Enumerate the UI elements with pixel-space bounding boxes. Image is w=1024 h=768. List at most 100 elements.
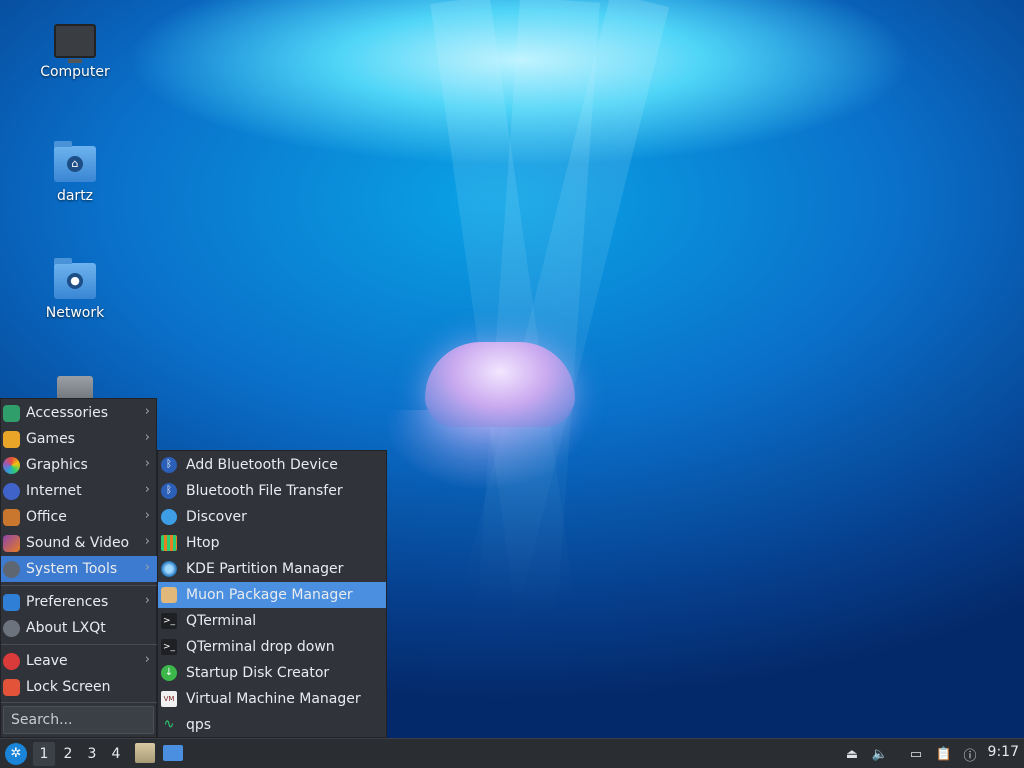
notification-icon[interactable]: ⓘ	[960, 744, 980, 764]
menu-separator	[1, 702, 158, 703]
home-icon: ⌂	[67, 156, 83, 172]
menu-item-internet[interactable]: Internet ›	[1, 478, 158, 504]
menu-item-label: Games	[26, 431, 75, 447]
workspace-3[interactable]: 3	[81, 742, 103, 766]
submenu-item-label: QTerminal drop down	[186, 639, 335, 655]
system-tools-submenu: ᛒ Add Bluetooth Device ᛒ Bluetooth File …	[157, 450, 387, 738]
menu-item-label: System Tools	[26, 561, 118, 577]
preferences-icon	[3, 593, 20, 611]
submenu-item-label: Discover	[186, 509, 247, 525]
vm-manager-icon: VM	[161, 691, 177, 707]
submenu-item-label: Htop	[186, 535, 220, 551]
submenu-item-label: QTerminal	[186, 613, 257, 629]
application-menu: Accessories › Games › Graphics › Interne…	[0, 398, 158, 738]
accessories-icon	[3, 404, 20, 422]
chevron-right-icon: ›	[144, 430, 150, 445]
submenu-item-label: Add Bluetooth Device	[186, 457, 338, 473]
chevron-right-icon: ›	[144, 593, 150, 608]
chevron-right-icon: ›	[144, 652, 150, 667]
menu-item-games[interactable]: Games ›	[1, 426, 158, 452]
menu-separator	[1, 644, 158, 645]
home-folder-icon: ⌂	[54, 141, 96, 182]
desktop-icon-home[interactable]: ⌂ dartz	[25, 141, 125, 204]
menu-item-system-tools[interactable]: System Tools ›	[1, 556, 158, 582]
menu-search-input[interactable]	[3, 706, 154, 734]
network-folder-icon: ●	[54, 258, 96, 299]
network-status-icon[interactable]: ▭	[906, 744, 926, 764]
bluetooth-icon: ᛒ	[161, 457, 177, 473]
desktop-icon-label: dartz	[56, 188, 94, 204]
file-manager-launcher-icon[interactable]	[135, 743, 155, 763]
menu-item-about[interactable]: About LXQt	[1, 615, 158, 641]
bluetooth-icon: ᛒ	[161, 483, 177, 499]
computer-icon	[54, 24, 96, 63]
clipboard-icon[interactable]: 📋	[934, 744, 954, 764]
menu-item-sound-video[interactable]: Sound & Video ›	[1, 530, 158, 556]
workspace-2[interactable]: 2	[57, 742, 79, 766]
submenu-item-add-bluetooth-device[interactable]: ᛒ Add Bluetooth Device	[158, 452, 386, 478]
volume-icon[interactable]: 🔈	[870, 744, 890, 764]
submenu-item-muon-package-manager[interactable]: Muon Package Manager	[158, 582, 386, 608]
submenu-item-htop[interactable]: Htop	[158, 530, 386, 556]
submenu-item-qterminal-drop-down[interactable]: >_ QTerminal drop down	[158, 634, 386, 660]
desktop-icon-network[interactable]: ● Network	[25, 258, 125, 321]
menu-separator	[1, 585, 158, 586]
desktop-icon-label: Computer	[40, 64, 110, 80]
package-icon	[161, 587, 177, 603]
menu-item-label: Sound & Video	[26, 535, 130, 551]
menu-item-leave[interactable]: Leave ›	[1, 648, 158, 674]
sound-video-icon	[3, 534, 20, 552]
chevron-right-icon: ›	[144, 534, 150, 549]
workspace-1[interactable]: 1	[33, 742, 55, 766]
submenu-item-discover[interactable]: Discover	[158, 504, 386, 530]
terminal-icon: >_	[161, 639, 177, 655]
partition-manager-icon	[161, 561, 177, 577]
jellyfish	[425, 342, 575, 427]
power-icon	[3, 652, 20, 670]
workspace-4[interactable]: 4	[105, 742, 127, 766]
menu-item-graphics[interactable]: Graphics ›	[1, 452, 158, 478]
graphics-icon	[3, 456, 20, 474]
chevron-right-icon: ›	[144, 404, 150, 419]
menu-item-lock-screen[interactable]: Lock Screen	[1, 674, 158, 700]
start-menu-button[interactable]: ✲	[5, 743, 27, 765]
menu-item-label: Lock Screen	[26, 679, 111, 695]
submenu-item-startup-disk-creator[interactable]: ↓ Startup Disk Creator	[158, 660, 386, 686]
qps-icon: ∿	[163, 717, 175, 732]
submenu-item-qps[interactable]: ∿ qps	[158, 712, 386, 738]
menu-item-preferences[interactable]: Preferences ›	[1, 589, 158, 615]
discover-icon	[161, 509, 177, 525]
chevron-right-icon: ›	[144, 456, 150, 471]
menu-item-label: Leave	[26, 653, 68, 669]
submenu-item-virtual-machine-manager[interactable]: VM Virtual Machine Manager	[158, 686, 386, 712]
submenu-item-label: qps	[186, 717, 212, 733]
show-desktop-icon[interactable]	[163, 745, 183, 761]
desktop-icon-label: Network	[45, 305, 105, 321]
lock-icon	[3, 678, 20, 696]
taskbar: ✲ 1 2 3 4 ⏏ 🔈 ▭ 📋 ⓘ 9:17	[0, 738, 1024, 768]
submenu-item-label: Muon Package Manager	[186, 587, 353, 603]
submenu-item-qterminal[interactable]: >_ QTerminal	[158, 608, 386, 634]
internet-icon	[3, 482, 20, 500]
submenu-item-label: Startup Disk Creator	[186, 665, 330, 681]
submenu-item-kde-partition-manager[interactable]: KDE Partition Manager	[158, 556, 386, 582]
eject-icon[interactable]: ⏏	[842, 744, 862, 764]
submenu-item-label: KDE Partition Manager	[186, 561, 344, 577]
clock[interactable]: 9:17	[988, 744, 1019, 760]
office-icon	[3, 508, 20, 526]
submenu-item-label: Bluetooth File Transfer	[186, 483, 343, 499]
games-icon	[3, 430, 20, 448]
desktop-icon-computer[interactable]: Computer	[25, 24, 125, 80]
submenu-item-bluetooth-file-transfer[interactable]: ᛒ Bluetooth File Transfer	[158, 478, 386, 504]
menu-item-label: Preferences	[26, 594, 109, 610]
htop-icon	[161, 535, 177, 551]
startup-disk-icon: ↓	[161, 665, 177, 681]
menu-item-label: About LXQt	[26, 620, 106, 636]
menu-item-accessories[interactable]: Accessories ›	[1, 400, 158, 426]
menu-item-label: Office	[26, 509, 67, 525]
system-tools-icon	[3, 560, 20, 578]
menu-item-office[interactable]: Office ›	[1, 504, 158, 530]
submenu-item-label: Virtual Machine Manager	[186, 691, 361, 707]
chevron-right-icon: ›	[144, 508, 150, 523]
terminal-icon: >_	[161, 613, 177, 629]
